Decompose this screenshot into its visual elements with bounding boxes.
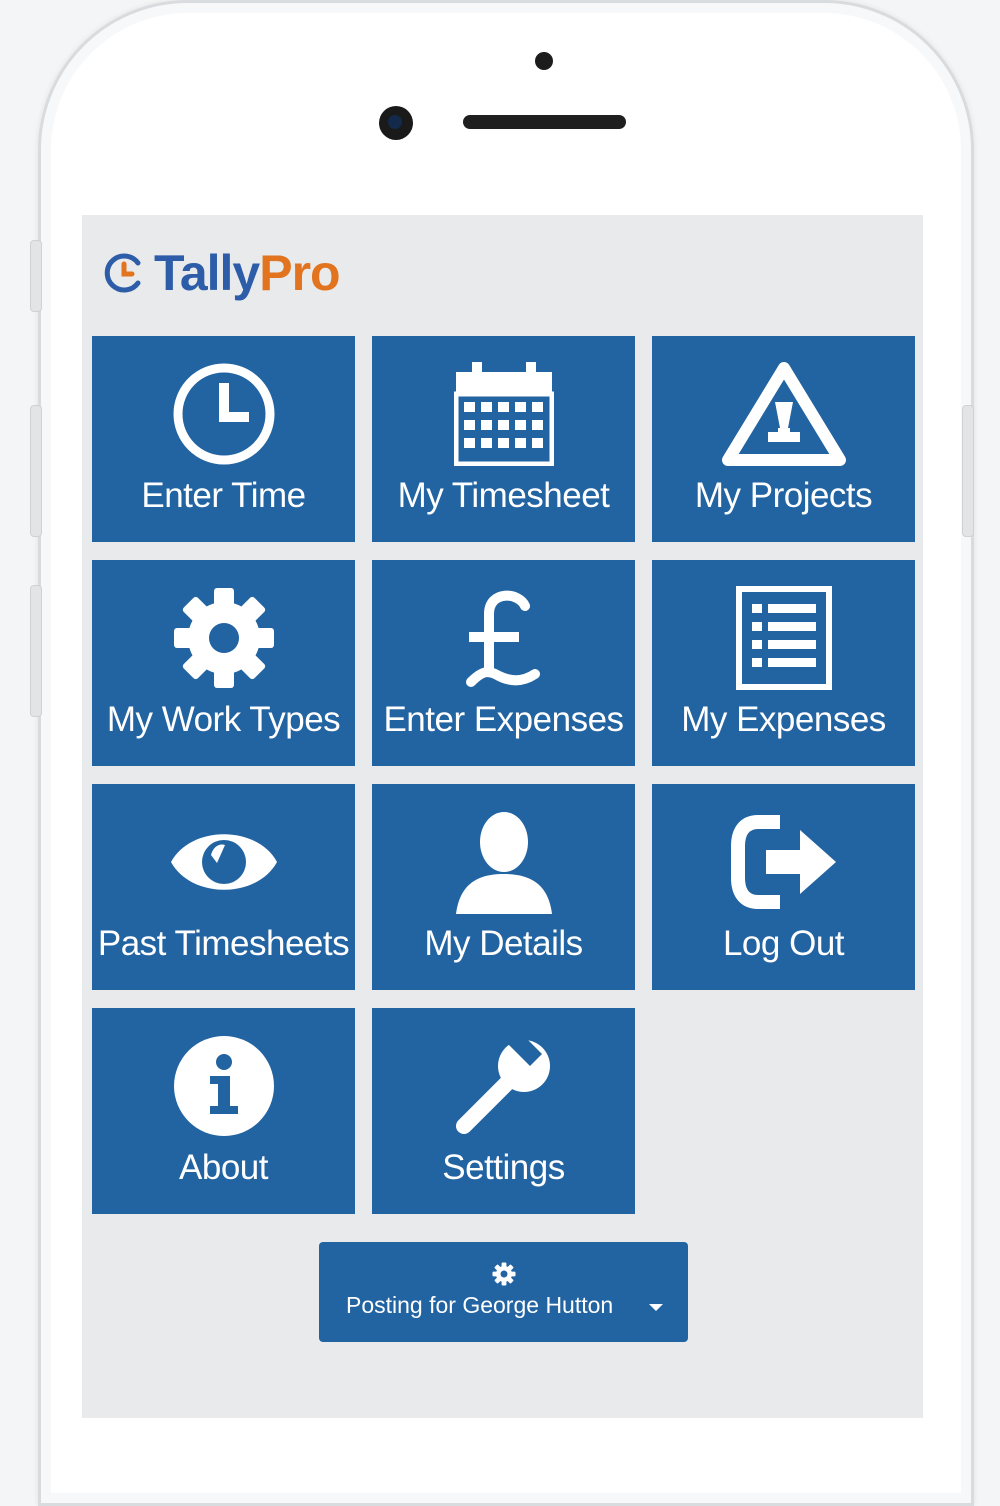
earpiece-speaker [463, 115, 626, 129]
phone-side-button [30, 405, 42, 537]
brand-accent: Pro [259, 245, 340, 301]
my-expenses-button[interactable]: My Expenses [652, 560, 915, 766]
logout-icon [652, 808, 915, 916]
pound-icon [372, 584, 635, 692]
tile-label: Settings [442, 1148, 565, 1187]
brand-name: TallyPro [154, 244, 341, 302]
eye-icon [92, 808, 355, 916]
clock-icon [92, 360, 355, 468]
app-logo: TallyPro [102, 243, 341, 303]
front-sensor [535, 52, 553, 70]
phone-side-button [962, 405, 974, 537]
tile-label: Past Timesheets [97, 924, 350, 963]
gear-icon [92, 584, 355, 692]
phone-side-button [30, 240, 42, 312]
user-icon [372, 808, 635, 916]
tile-label: Enter Time [141, 476, 306, 515]
settings-button[interactable]: Settings [372, 1008, 635, 1214]
enter-time-button[interactable]: Enter Time [92, 336, 355, 542]
my-work-types-button[interactable]: My Work Types [92, 560, 355, 766]
my-details-button[interactable]: My Details [372, 784, 635, 990]
tile-label: My Timesheet [397, 476, 610, 515]
past-timesheets-button[interactable]: Past Timesheets [92, 784, 355, 990]
brand-main: Tally [154, 245, 260, 301]
enter-expenses-button[interactable]: Enter Expenses [372, 560, 635, 766]
my-projects-button[interactable]: My Projects [652, 336, 915, 542]
logo-clock-icon [104, 253, 141, 293]
warning-triangle-icon [652, 360, 915, 468]
tile-label: My Expenses [681, 700, 886, 739]
phone-side-button [30, 585, 42, 717]
wrench-icon [372, 1032, 635, 1140]
calendar-icon [372, 360, 635, 468]
gear-icon [319, 1262, 688, 1291]
posting-for-label: Posting for George Hutton [346, 1292, 614, 1318]
my-timesheet-button[interactable]: My Timesheet [372, 336, 635, 542]
log-out-button[interactable]: Log Out [652, 784, 915, 990]
app-screen: TallyPro Enter Time My Timesheet My Proj… [82, 215, 923, 1418]
posting-for-dropdown[interactable]: Posting for George Hutton [319, 1242, 688, 1342]
tile-label: My Details [424, 924, 583, 963]
front-camera [379, 106, 413, 140]
tile-label: Enter Expenses [383, 700, 624, 739]
tile-label: My Projects [694, 476, 873, 515]
tile-label: Log Out [722, 924, 845, 963]
info-icon [92, 1032, 355, 1140]
about-button[interactable]: About [92, 1008, 355, 1214]
tile-label: My Work Types [106, 700, 341, 739]
tile-label: About [179, 1148, 268, 1187]
list-document-icon [652, 584, 915, 692]
chevron-down-icon [649, 1304, 663, 1311]
